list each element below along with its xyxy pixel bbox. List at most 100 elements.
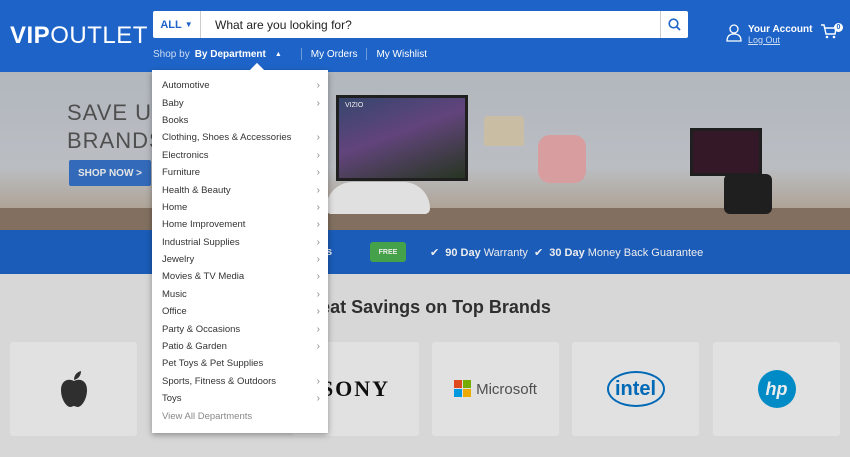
search-scope-label: ALL xyxy=(160,18,182,31)
cart-count-badge: 0 xyxy=(834,23,843,32)
microsoft-logo-text: Microsoft xyxy=(476,380,537,398)
search-scope-dropdown[interactable]: ALL ▼ xyxy=(153,11,201,38)
department-item[interactable]: Books xyxy=(152,112,328,129)
caret-down-icon: ▼ xyxy=(184,20,193,29)
department-item[interactable]: Sports, Fitness & Outdoors › xyxy=(152,373,328,390)
mixer-product-image xyxy=(538,135,586,183)
lamp-product-image xyxy=(484,116,524,146)
chevron-right-icon: › xyxy=(316,288,320,300)
vip-outlet-logo[interactable]: VIPOUTLET xyxy=(10,22,148,50)
chevron-right-icon: › xyxy=(316,393,320,405)
department-item-label: Health & Beauty xyxy=(162,184,231,196)
check-icon: ✔ xyxy=(430,247,440,259)
intel-logo: intel xyxy=(606,371,665,407)
my-orders-link[interactable]: My Orders xyxy=(311,49,358,60)
department-item[interactable]: Toys › xyxy=(152,390,328,407)
log-out-link[interactable]: Log Out xyxy=(748,35,812,45)
chevron-right-icon: › xyxy=(316,341,320,353)
department-item-label: Office xyxy=(162,306,187,318)
department-item-label: Automotive xyxy=(162,80,210,92)
department-item-label: Home xyxy=(162,201,188,213)
department-list: Automotive › Baby › Books Clothing, Shoes & A… xyxy=(152,70,328,425)
chevron-right-icon: › xyxy=(316,236,320,248)
department-item[interactable]: Party & Occasions › xyxy=(152,320,328,337)
promo-bar: s FREE ✔ 90 Day Warranty ✔ 30 Day Money Back… xyxy=(0,230,850,274)
chevron-right-icon: › xyxy=(316,201,320,213)
header: VIPOUTLET ALL▼ Shop by By Department ▲ M… xyxy=(0,0,850,72)
department-item-label: Toys xyxy=(162,393,182,405)
shop-by-label: Shop by xyxy=(153,48,190,60)
user-icon xyxy=(726,24,742,42)
department-item-label: Music xyxy=(162,288,187,300)
free-shipping-truck-icon: FREE xyxy=(370,242,406,262)
department-item[interactable]: Music › xyxy=(152,286,328,303)
shop-now-button[interactable]: SHOP NOW > xyxy=(69,160,151,186)
search-bar: ALL ▼ xyxy=(153,11,688,38)
department-item[interactable]: Pet Toys & Pet Supplies xyxy=(152,355,328,372)
warranty-item: ✔ 90 Day Warranty xyxy=(430,246,528,260)
department-item[interactable]: Home Improvement › xyxy=(152,216,328,233)
department-item[interactable]: Automotive › xyxy=(152,77,328,94)
chevron-right-icon: › xyxy=(316,323,320,335)
department-dropdown-menu: Automotive › Baby › Books Clothing, Shoes & A… xyxy=(152,62,328,433)
by-department-toggle[interactable]: By Department xyxy=(195,49,266,60)
department-item[interactable]: Office › xyxy=(152,303,328,320)
guarantee-item: ✔ 30 Day Money Back Guarantee xyxy=(534,246,704,260)
chevron-right-icon: › xyxy=(316,271,320,283)
department-item-label: Clothing, Shoes & Accessories xyxy=(162,132,292,144)
department-item[interactable]: Home › xyxy=(152,199,328,216)
logo-light: OUTLET xyxy=(50,22,148,49)
brand-card-microsoft[interactable]: Microsoft xyxy=(432,342,559,436)
department-item-label: Patio & Garden xyxy=(162,341,227,353)
warranty-label: Warranty xyxy=(483,246,528,259)
tv-brand: VIZIO xyxy=(345,102,364,109)
department-item-label: Baby xyxy=(162,97,184,109)
department-item[interactable]: Industrial Supplies › xyxy=(152,234,328,251)
department-item-label: Electronics xyxy=(162,149,209,161)
department-item[interactable]: Furniture › xyxy=(152,164,328,181)
department-item[interactable]: Patio & Garden › xyxy=(152,338,328,355)
laptop-product-image xyxy=(690,128,762,176)
department-item[interactable]: Baby › xyxy=(152,94,328,111)
sub-navigation: Shop by By Department ▲ My Orders My Wis… xyxy=(153,48,427,60)
logo-bold: VIP xyxy=(10,22,51,49)
search-button[interactable] xyxy=(660,11,688,38)
brand-card-hp[interactable]: hp xyxy=(713,342,840,436)
chevron-right-icon: › xyxy=(316,375,320,387)
chevron-right-icon: › xyxy=(316,306,320,318)
department-item[interactable]: Jewelry › xyxy=(152,251,328,268)
department-item-label: Sports, Fitness & Outdoors xyxy=(162,375,277,387)
chevron-right-icon: › xyxy=(316,184,320,196)
brand-card-intel[interactable]: intel xyxy=(572,342,699,436)
department-item-label: Jewelry xyxy=(162,254,195,266)
account-menu[interactable]: Your Account Log Out xyxy=(726,24,812,45)
your-account-label[interactable]: Your Account xyxy=(748,24,812,35)
department-item[interactable]: Health & Beauty › xyxy=(152,181,328,198)
brand-card-apple[interactable] xyxy=(10,342,137,436)
chevron-right-icon: › xyxy=(316,80,320,92)
department-item[interactable]: Electronics › xyxy=(152,147,328,164)
chevron-right-icon: › xyxy=(316,167,320,179)
free-badge: FREE xyxy=(378,248,398,256)
view-all-departments-link[interactable]: View All Departments xyxy=(152,407,328,424)
chevron-right-icon: › xyxy=(316,149,320,161)
department-item[interactable]: Movies & TV Media › xyxy=(152,268,328,285)
chevron-right-icon: › xyxy=(316,97,320,109)
chevron-right-icon: › xyxy=(316,132,320,144)
microsoft-logo-icon xyxy=(454,380,472,397)
cart-button[interactable]: 0 xyxy=(820,22,843,45)
department-item[interactable]: Clothing, Shoes & Accessories › xyxy=(152,129,328,146)
my-wishlist-link[interactable]: My Wishlist xyxy=(376,49,427,60)
tv-product-image: VIZIO xyxy=(336,95,468,181)
hp-logo: hp xyxy=(757,370,796,408)
guarantee-label: Money Back Guarantee xyxy=(587,246,704,259)
hp-logo-text: hp xyxy=(765,378,788,399)
search-input[interactable] xyxy=(201,11,660,38)
warranty-days: 90 Day xyxy=(445,246,481,259)
intel-logo-text: intel xyxy=(614,377,657,400)
department-item-label: Industrial Supplies xyxy=(162,236,240,248)
search-icon xyxy=(668,18,681,31)
chevron-right-icon: › xyxy=(316,219,320,231)
caret-up-icon[interactable]: ▲ xyxy=(275,51,282,58)
apple-logo-icon xyxy=(60,371,87,407)
